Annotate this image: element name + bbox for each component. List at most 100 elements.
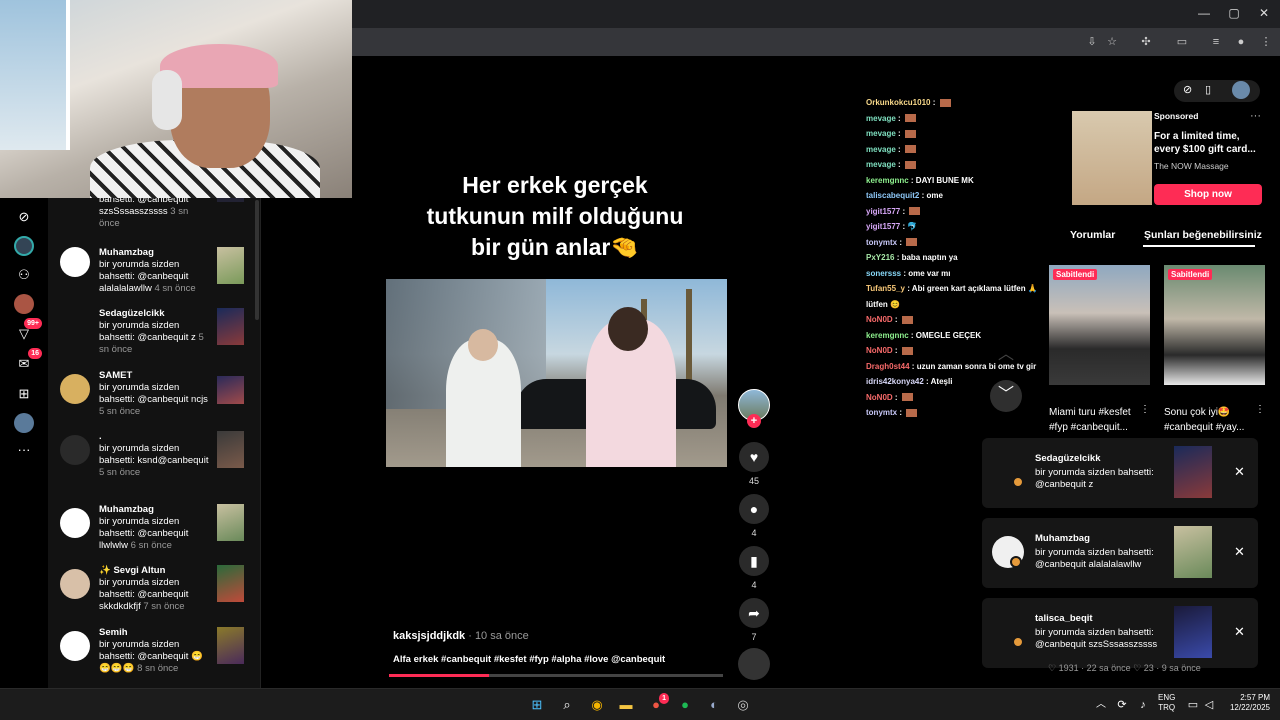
toast-thumbnail[interactable] [1174, 606, 1212, 658]
close-icon[interactable]: ✕ [1234, 624, 1245, 640]
notification-item[interactable]: bahsetti: @canbequit szsSssasszssss 3 sn… [48, 198, 260, 254]
chat-username[interactable]: Orkunkokcu1010 [866, 98, 930, 107]
heart-icon[interactable]: ♥ [739, 442, 769, 472]
notification-user[interactable]: Muhamzbag [99, 247, 209, 259]
chat-username[interactable]: keremgnnc [866, 331, 909, 340]
spotify-icon[interactable]: ● [676, 696, 694, 714]
compass-icon[interactable]: ⊘ [1183, 83, 1192, 96]
phone-icon[interactable]: ▯ [1205, 83, 1211, 96]
profile-avatar[interactable]: ● [1233, 35, 1249, 49]
maximize-button[interactable]: ▢ [1226, 6, 1242, 20]
language-indicator[interactable]: ENG TRQ [1158, 693, 1175, 713]
more-icon[interactable]: ··· [14, 440, 34, 460]
video-player[interactable] [386, 279, 727, 467]
chat-username[interactable]: NoN0D [866, 393, 893, 402]
toast-thumbnail[interactable] [1174, 446, 1212, 498]
notification-user[interactable]: . [99, 431, 209, 443]
notification-thumbnail[interactable] [217, 247, 244, 284]
notification-item[interactable]: Semih bir yorumda sizden bahsetti: @canbe… [48, 627, 260, 687]
notification-toast[interactable]: talisca_beqit bir yorumda sizden bahsetti… [982, 598, 1258, 668]
chat-username[interactable]: NoN0D [866, 346, 893, 355]
cast-icon[interactable]: ▭ [1174, 35, 1190, 49]
bookmark-star-icon[interactable]: ☆ [1104, 35, 1120, 49]
close-button[interactable]: ✕ [1256, 6, 1272, 20]
notification-thumbnail[interactable] [217, 198, 244, 202]
chat-username[interactable]: tonymtx [866, 408, 897, 417]
upload-icon[interactable]: ⊞ [14, 384, 34, 404]
ad-brand[interactable]: The NOW Massage [1154, 161, 1229, 171]
chat-username[interactable]: PxY216 [866, 253, 894, 262]
notification-item[interactable]: SAMET bir yorumda sizden bahsetti: @canbe… [48, 370, 260, 430]
ad-image[interactable] [1072, 111, 1152, 205]
card-more-icon[interactable]: ⋮ [1255, 404, 1265, 415]
avatar[interactable] [60, 374, 90, 404]
comment-button[interactable]: ● 4 [737, 494, 771, 538]
chat-username[interactable]: yigit1577 [866, 222, 900, 231]
notification-user[interactable]: Muhamzbag [99, 504, 209, 516]
like-button[interactable]: ♥ 45 [737, 442, 771, 486]
obs-icon[interactable]: ◎ [734, 696, 752, 714]
notification-user[interactable]: Sedagüzelcikk [99, 308, 209, 320]
minimize-button[interactable]: — [1196, 6, 1212, 20]
card-thumbnail[interactable] [1049, 265, 1150, 385]
chat-username[interactable]: yigit1577 [866, 207, 900, 216]
chat-username[interactable]: Dragh0st44 [866, 362, 910, 371]
reading-list-icon[interactable]: ≡ [1208, 35, 1224, 49]
shop-now-button[interactable]: Shop now [1154, 184, 1262, 205]
avatar[interactable] [60, 435, 90, 465]
file-explorer-icon[interactable]: ▬ [617, 696, 635, 714]
notification-thumbnail[interactable] [217, 627, 244, 664]
notifications-scrollbar[interactable] [255, 200, 259, 320]
chat-username[interactable]: idris42konya42 [866, 377, 924, 386]
tray-chevron-icon[interactable]: ︿ [1092, 696, 1110, 714]
avatar[interactable] [60, 247, 90, 277]
chat-username[interactable]: mevage [866, 129, 896, 138]
chat-username[interactable]: mevage [866, 145, 896, 154]
live-avatar-icon[interactable] [14, 294, 34, 314]
bookmark-icon[interactable]: ▮ [739, 546, 769, 576]
avatar[interactable] [60, 631, 90, 661]
share-icon[interactable]: ➦ [739, 598, 769, 628]
card-more-icon[interactable]: ⋮ [1140, 404, 1150, 415]
chat-username[interactable]: Tufan55_y [866, 284, 905, 293]
app-icon[interactable]: ● 1 [647, 693, 669, 714]
avatar[interactable] [60, 569, 90, 599]
music-disc-icon[interactable] [738, 648, 770, 680]
explore-icon[interactable]: ⊘ [14, 207, 34, 227]
tray-sync-icon[interactable]: ⟳ [1113, 696, 1131, 714]
clock[interactable]: 2:57 PM 12/22/2025 [1222, 693, 1270, 713]
scroll-up-button[interactable]: ︿ [992, 340, 1020, 364]
chrome-icon[interactable]: ◉ [588, 696, 606, 714]
ad-more-icon[interactable]: ··· [1250, 110, 1261, 122]
notification-item[interactable]: Sedagüzelcikk bir yorumda sizden bahsetti… [48, 308, 260, 368]
notification-user[interactable]: ✨ Sevgi Altun [99, 565, 209, 577]
start-icon[interactable]: ⊞ [528, 696, 546, 714]
notification-thumbnail[interactable] [217, 504, 244, 541]
card-title[interactable]: Sonu çok iyi🤩 #canbequit #yay... [1164, 405, 1264, 435]
inbox-icon[interactable]: ▽ 99+ [14, 318, 42, 344]
chat-username[interactable]: sonersss [866, 269, 901, 278]
chat-username[interactable]: keremgnnc [866, 176, 909, 185]
friends-icon[interactable]: ⚇ [14, 265, 34, 285]
notification-toast[interactable]: Sedagüzelcikk bir yorumda sizden bahsetti… [982, 438, 1258, 508]
notification-thumbnail[interactable] [217, 565, 244, 602]
notification-thumbnail[interactable] [217, 431, 244, 468]
notification-item[interactable]: Muhamzbag bir yorumda sizden bahsetti: @c… [48, 247, 260, 307]
notification-item[interactable]: Muhamzbag bir yorumda sizden bahsetti: @c… [48, 504, 260, 564]
search-icon[interactable]: ⌕ [558, 696, 576, 714]
tab-recommended[interactable]: Şunları beğenebilirsiniz [1144, 229, 1262, 241]
notification-item[interactable]: ✨ Sevgi Altun bir yorumda sizden bahsetti… [48, 565, 260, 625]
microphone-icon[interactable]: ♪ [1134, 696, 1152, 714]
chat-username[interactable]: taliscabequit2 [866, 191, 919, 200]
card-thumbnail[interactable] [1164, 265, 1265, 385]
scroll-down-button[interactable]: ﹀ [990, 380, 1022, 412]
install-app-icon[interactable]: ⇩ [1084, 35, 1100, 49]
profile-icon[interactable] [14, 413, 34, 433]
browser-menu-icon[interactable]: ⋮ [1258, 35, 1274, 49]
tab-comments[interactable]: Yorumlar [1070, 229, 1115, 241]
close-icon[interactable]: ✕ [1234, 544, 1245, 560]
account-avatar[interactable] [1232, 81, 1250, 99]
chat-username[interactable]: mevage [866, 114, 896, 123]
notification-user[interactable]: SAMET [99, 370, 209, 382]
notification-item[interactable]: . bir yorumda sizden bahsetti: ksnd@canbe… [48, 431, 260, 491]
